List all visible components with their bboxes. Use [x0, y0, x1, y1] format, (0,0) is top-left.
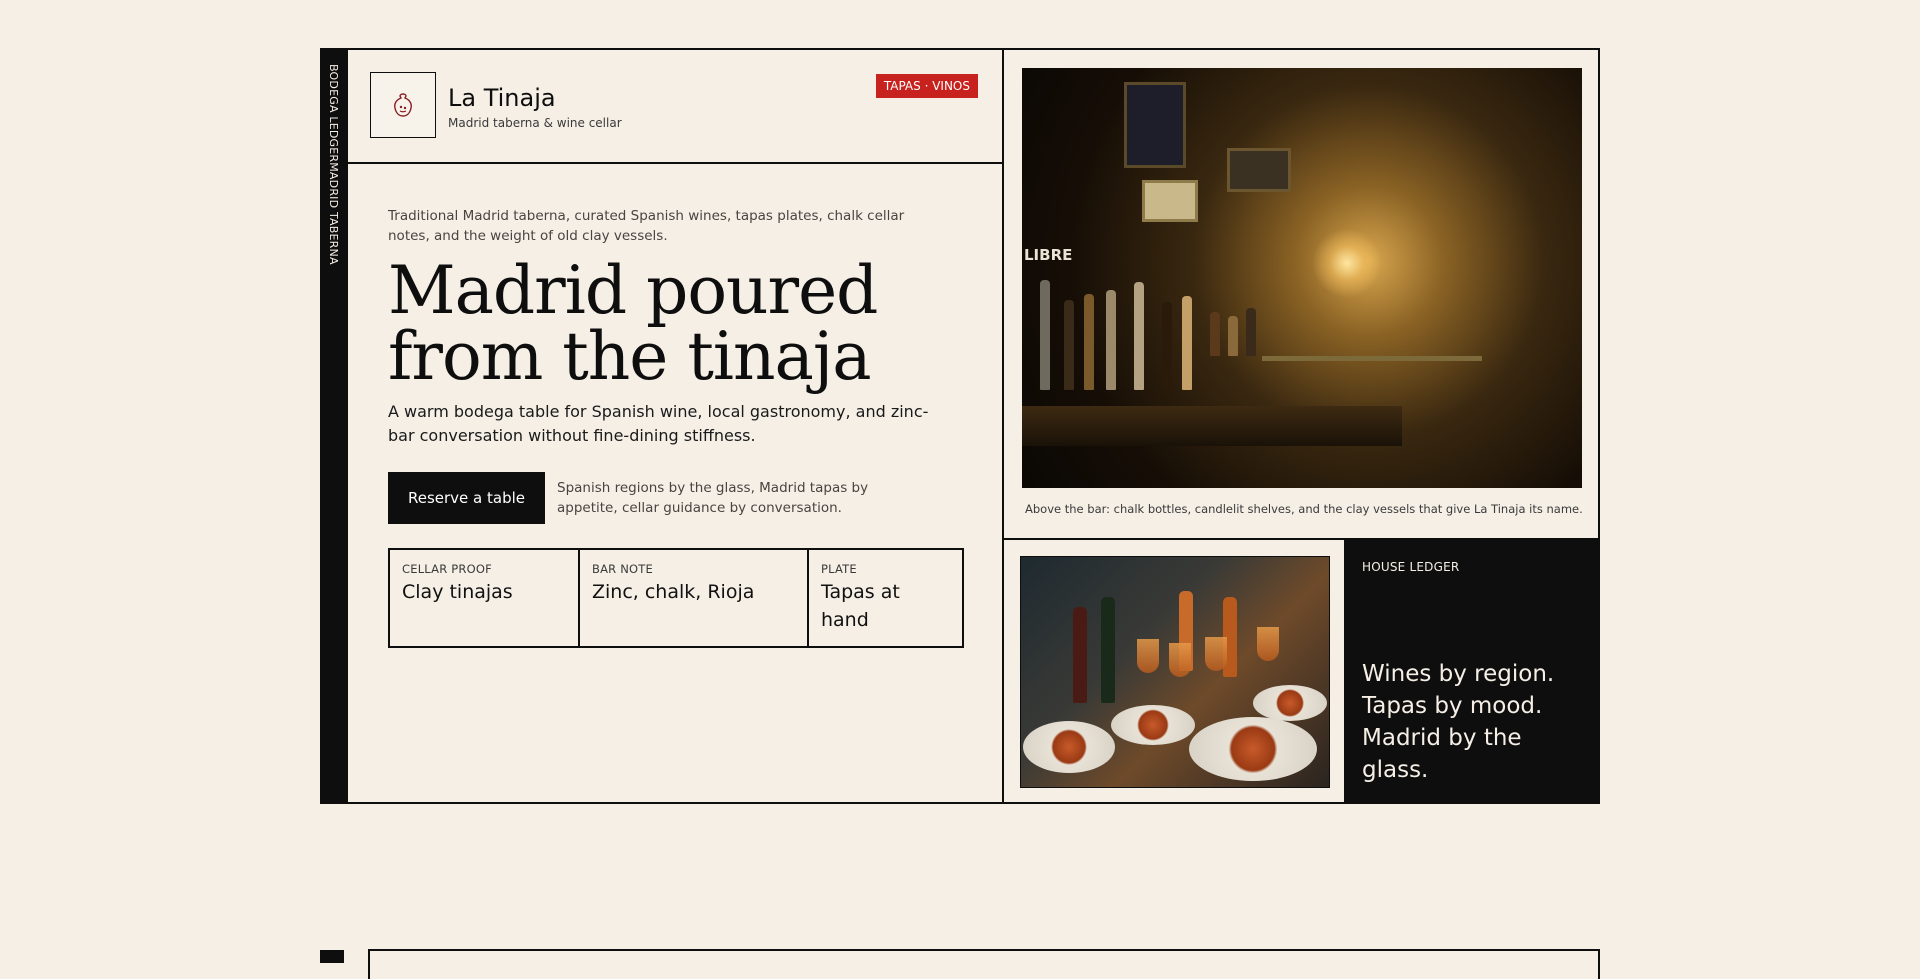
- wine-glass: [1205, 637, 1227, 671]
- fact-value: Tapas at hand: [821, 581, 900, 631]
- next-section-frame: [368, 949, 1600, 979]
- brand-name[interactable]: La Tinaja: [448, 84, 556, 112]
- ledger-row: HOUSE LEDGER Wines by region. Tapas by m…: [1004, 538, 1600, 804]
- hero-frame: BODEGA LEDGERMADRID TABERNA La Tinaja Ma…: [320, 48, 1600, 804]
- wine-bottle: [1101, 597, 1115, 703]
- tapas-plate: [1111, 705, 1195, 745]
- brand-bar: La Tinaja Madrid taberna & wine cellar T…: [348, 50, 1002, 164]
- hero-left-column: La Tinaja Madrid taberna & wine cellar T…: [348, 50, 1004, 802]
- fact-bar-note: BAR NOTE Zinc, chalk, Rioja: [580, 550, 809, 646]
- wine-glass: [1257, 627, 1279, 661]
- hero-intro: Traditional Madrid taberna, curated Span…: [388, 208, 905, 244]
- fact-label: BAR NOTE: [592, 562, 653, 576]
- bottle: [1162, 302, 1172, 390]
- tapas-photo: [1020, 556, 1330, 788]
- bottle: [1210, 312, 1220, 356]
- house-ledger-panel: HOUSE LEDGER Wines by region. Tapas by m…: [1344, 540, 1600, 804]
- bottle: [1064, 300, 1074, 390]
- glass-shelf: [1262, 356, 1482, 361]
- ledger-text: Wines by region. Tapas by mood. Madrid b…: [1362, 661, 1555, 783]
- fact-label: PLATE: [821, 562, 857, 576]
- bottle: [1228, 316, 1238, 356]
- ledger-label: HOUSE LEDGER: [1362, 560, 1460, 574]
- clay-jar-icon: [394, 93, 412, 117]
- tap: [1040, 280, 1050, 390]
- bar-photo: LIBRE: [1022, 68, 1582, 488]
- bottle: [1246, 308, 1256, 356]
- mirror-frame: [1227, 148, 1291, 192]
- libre-sign: LIBRE: [1024, 246, 1073, 264]
- fact-cellar-proof: CELLAR PROOF Clay tinajas: [390, 550, 580, 646]
- wine-glass: [1169, 643, 1191, 677]
- facts-strip: CELLAR PROOF Clay tinajas BAR NOTE Zinc,…: [388, 548, 964, 648]
- picture-frame: [1142, 180, 1198, 222]
- bottle: [1084, 294, 1094, 390]
- brand-subtitle: Madrid taberna & wine cellar: [448, 116, 622, 130]
- photo-caption: Above the bar: chalk bottles, candlelit …: [1025, 502, 1583, 516]
- fact-plate: PLATE Tapas at hand: [809, 550, 962, 646]
- wine-glass: [1137, 639, 1159, 673]
- tapas-plate: [1253, 685, 1327, 721]
- tapas-plate: [1189, 717, 1317, 781]
- tap: [1106, 290, 1116, 390]
- reserve-note: Spanish regions by the glass, Madrid tap…: [557, 480, 869, 516]
- hero-headline: Madrid poured from the tinaja: [388, 252, 878, 395]
- tapas-plate: [1023, 721, 1115, 773]
- wine-bottle: [1073, 607, 1087, 703]
- fact-value: Clay tinajas: [402, 581, 513, 603]
- next-section-spine: [320, 950, 344, 963]
- reserve-table-button[interactable]: Reserve a table: [388, 472, 545, 524]
- bar-counter: [1022, 406, 1402, 446]
- hero-lede: A warm bodega table for Spanish wine, lo…: [388, 402, 929, 445]
- logo[interactable]: [370, 72, 436, 138]
- tap: [1182, 296, 1192, 390]
- tap: [1134, 282, 1144, 390]
- fact-value: Zinc, chalk, Rioja: [592, 581, 755, 603]
- lamp-glow: [1312, 228, 1382, 298]
- spine-label: BODEGA LEDGERMADRID TABERNA: [327, 64, 340, 265]
- tag-badge: TAPAS · VINOS: [875, 74, 978, 98]
- vertical-spine: BODEGA LEDGERMADRID TABERNA: [322, 50, 348, 802]
- fact-label: CELLAR PROOF: [402, 562, 492, 576]
- chalkboard: [1124, 82, 1186, 168]
